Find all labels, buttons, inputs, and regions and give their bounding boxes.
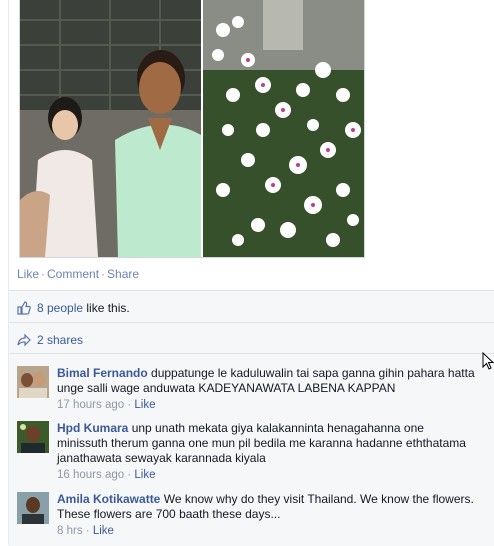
likes-summary: 8 people like this. — [17, 301, 130, 315]
post-actions: Like · Comment · Share — [17, 267, 139, 281]
comment-author[interactable]: Amila Kotikawatte — [57, 492, 160, 506]
feedback-section: 8 people like this. 2 shares Bimal Ferna… — [9, 290, 494, 546]
mouse-pointer-icon — [482, 351, 494, 375]
divider — [9, 353, 494, 354]
thumbs-up-icon — [17, 301, 31, 315]
comment-like-link[interactable]: Like — [134, 469, 155, 481]
shares-count-link[interactable]: 2 shares — [37, 333, 83, 347]
separator-dot: · — [41, 267, 46, 281]
comment-author[interactable]: Hpd Kumara — [57, 421, 128, 435]
avatar[interactable] — [17, 421, 49, 453]
like-link[interactable]: Like — [17, 267, 39, 281]
comment-timestamp[interactable]: 17 hours ago — [57, 399, 124, 411]
separator-dot: · — [101, 267, 106, 281]
comment-like-link[interactable]: Like — [93, 525, 114, 537]
photo-people[interactable] — [20, 0, 201, 257]
photo-orchids[interactable] — [203, 0, 364, 257]
comment-timestamp[interactable]: 16 hours ago — [57, 469, 124, 481]
comment-like-link[interactable]: Like — [134, 399, 155, 411]
shares-summary: 2 shares — [17, 333, 83, 347]
orchid-photo-image — [203, 0, 364, 257]
avatar[interactable] — [17, 492, 49, 524]
post-card: Like · Comment · Share 8 people like this. 2… — [8, 0, 494, 546]
comment-author[interactable]: Bimal Fernando — [57, 366, 148, 380]
comment-timestamp[interactable]: 8 hrs — [57, 525, 83, 537]
people-photo-image — [20, 0, 201, 257]
divider — [9, 322, 494, 323]
avatar[interactable] — [17, 366, 49, 398]
comment-link[interactable]: Comment — [47, 267, 99, 281]
photo-collage[interactable] — [19, 0, 365, 258]
share-link[interactable]: Share — [107, 267, 139, 281]
share-arrow-icon — [17, 333, 31, 347]
likes-count-link[interactable]: 8 people — [37, 301, 83, 315]
likes-suffix: like this. — [83, 301, 130, 315]
